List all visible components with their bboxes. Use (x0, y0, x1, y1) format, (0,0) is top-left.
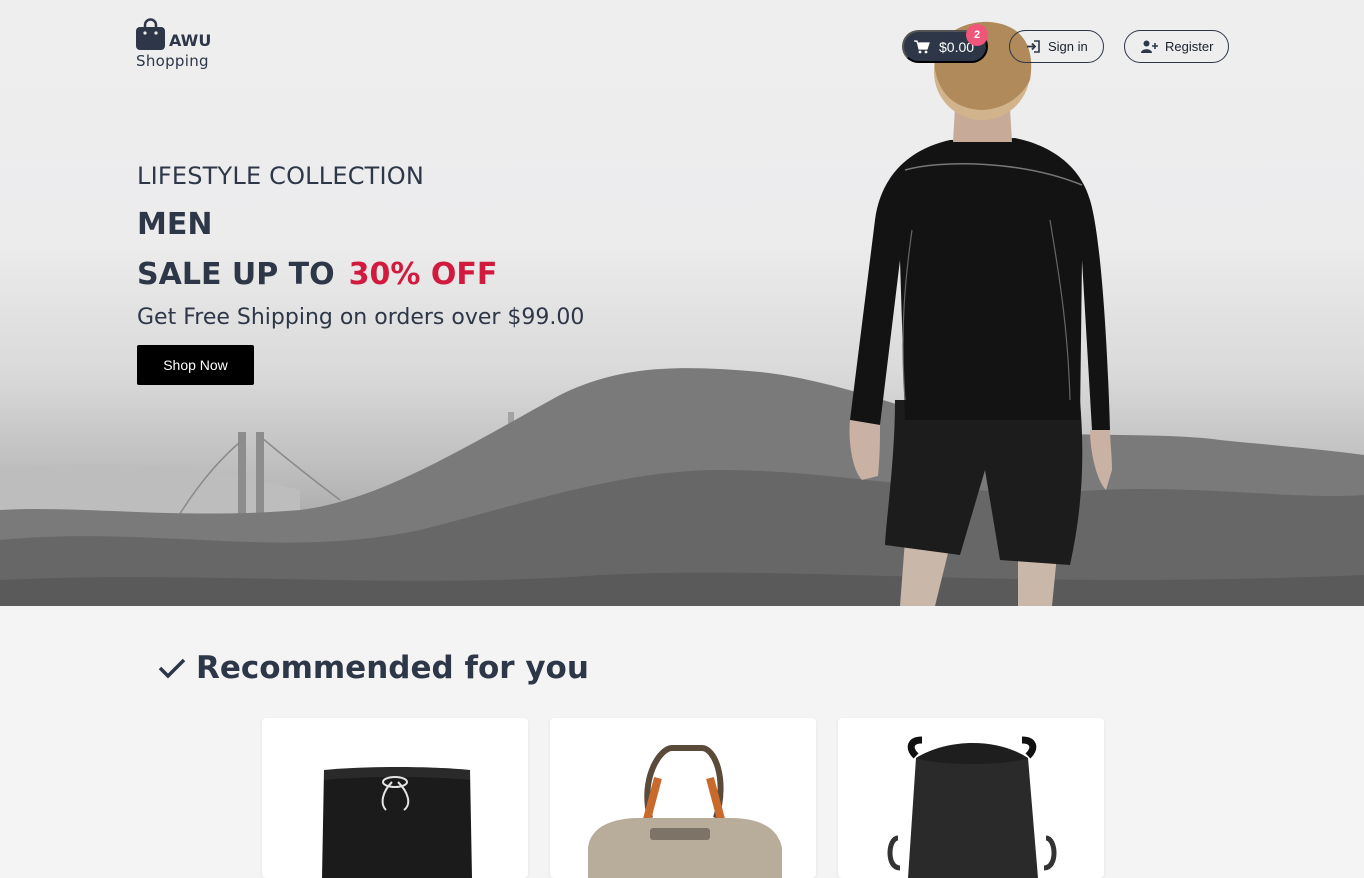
recommended-heading: Recommended for you (158, 650, 589, 686)
recommended-section: Recommended for you (0, 606, 1364, 878)
user-plus-icon (1141, 40, 1158, 53)
sign-in-label: Sign in (1048, 39, 1088, 54)
product-card[interactable] (550, 718, 816, 878)
recommended-title: Recommended for you (196, 650, 589, 686)
header-nav: $0.00 2 Sign in Register (0, 24, 1364, 64)
shop-now-button[interactable]: Shop Now (137, 345, 254, 385)
cart-icon (914, 39, 930, 53)
product-card[interactable] (838, 718, 1104, 878)
drawstring-backpack-image (887, 736, 1057, 878)
discount-text: 30% OFF (348, 257, 498, 292)
hero-headline-sale: SALE UP TO 30% OFF (137, 257, 584, 293)
register-button[interactable]: Register (1124, 30, 1229, 63)
hero-headline-men: MEN (137, 207, 213, 242)
hero-eyebrow: LIFESTYLE COLLECTION (137, 162, 425, 190)
check-icon (158, 658, 186, 679)
sale-text: SALE UP TO (137, 257, 335, 292)
hero-shipping-text: Get Free Shipping on orders over $99.00 (137, 305, 585, 330)
sign-in-icon (1027, 40, 1040, 53)
cart-count-badge: 2 (966, 24, 988, 46)
sign-in-button[interactable]: Sign in (1009, 30, 1104, 63)
product-card[interactable] (262, 718, 528, 878)
hero-banner: AWU Shopping $0.00 2 Sign in Register LI… (0, 0, 1364, 606)
hero-copy: LIFESTYLE COLLECTION MEN SALE UP TO 30% O… (137, 160, 584, 385)
register-label: Register (1165, 39, 1214, 54)
shorts-image (322, 767, 472, 878)
duffel-bag-image (588, 745, 782, 878)
